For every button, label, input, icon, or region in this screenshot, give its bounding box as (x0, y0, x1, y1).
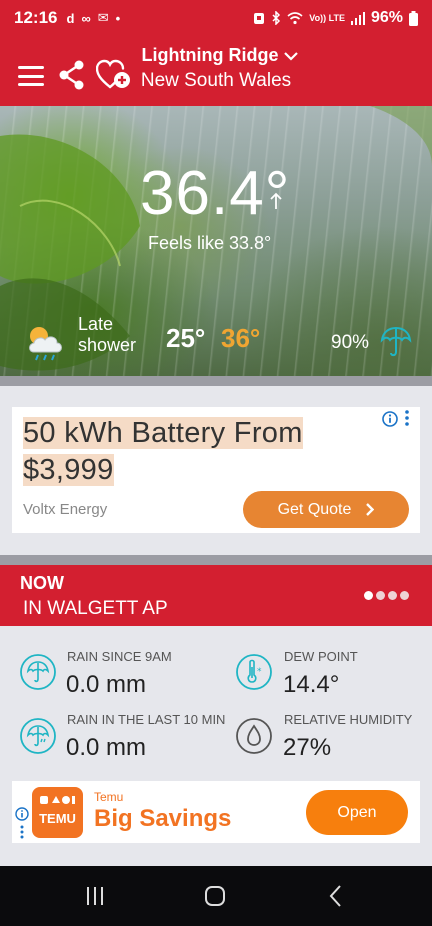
notification-icon-link: ∞ (81, 10, 91, 26)
battery-percentage: 96% (370, 9, 403, 26)
system-navigation-bar (0, 866, 432, 926)
now-title: NOW (20, 573, 64, 593)
forecast-description: Late shower (78, 314, 137, 355)
battery-icon (409, 10, 418, 26)
back-icon[interactable] (328, 884, 344, 908)
menu-icon[interactable] (18, 66, 44, 86)
open-button[interactable]: Open (306, 790, 408, 835)
humidity-label: RELATIVE HUMIDITY (284, 712, 413, 727)
ad-headline: 50 kWh Battery From $3,999 (23, 417, 303, 486)
dew-point-value: 14.4° (283, 671, 340, 698)
dew-point-label: DEW POINT (284, 649, 358, 664)
temu-logo-text: TEMU (39, 811, 76, 826)
temu-ad[interactable]: TEMU Temu Big Savings Open (12, 781, 420, 843)
bluetooth-icon (272, 11, 281, 25)
more-vertical-icon[interactable] (20, 825, 24, 839)
page-dot[interactable] (376, 591, 385, 600)
humidity-value: 27% (283, 734, 332, 761)
section-divider (0, 376, 432, 386)
feels-like: Feels like 33.8° (148, 233, 272, 253)
umbrella-icon (20, 654, 56, 690)
ad-advertiser: Voltx Energy (23, 501, 108, 518)
now-panel-header: NOW IN WALGETT AP (0, 565, 432, 626)
rain-last-10-min-label: RAIN IN THE LAST 10 MIN (67, 712, 226, 727)
battery-ad[interactable]: 50 kWh Battery From $3,999 Voltx Energy … (12, 407, 420, 533)
location-selector[interactable]: Lightning Ridge (130, 45, 310, 66)
mail-icon: ✉ (97, 10, 109, 25)
observation-station: IN WALGETT AP (23, 598, 168, 619)
umbrella-rain-icon (20, 718, 56, 754)
status-bar: 12:16 d ∞ ✉ • Vo)) LTE 96% (0, 0, 432, 36)
ad-info-icon[interactable] (15, 807, 29, 821)
svg-text:*: * (257, 667, 262, 677)
signal-icon (350, 11, 365, 25)
temu-logo: TEMU (32, 787, 83, 838)
more-vertical-icon[interactable] (404, 410, 410, 426)
rain-since-9am-label: RAIN SINCE 9AM (67, 649, 172, 664)
section-divider (0, 555, 432, 565)
status-time: 12:16 (14, 8, 58, 27)
current-weather-hero: 36.4° Feels like 33.8° Late shower 25° 3… (0, 106, 432, 376)
rain-since-9am-value: 0.0 mm (66, 671, 147, 698)
app-header: Lightning Ridge New South Wales (0, 36, 432, 106)
wifi-icon (287, 11, 303, 24)
alarm-icon (254, 13, 265, 24)
rain-last-10-min-value: 0.0 mm (66, 734, 147, 761)
home-icon[interactable] (204, 885, 226, 907)
share-icon[interactable] (58, 60, 86, 90)
location-state[interactable]: New South Wales (110, 70, 322, 92)
chevron-down-icon[interactable] (284, 51, 299, 61)
volte-label: Vo)) LTE (309, 12, 345, 23)
page-dot[interactable] (400, 591, 409, 600)
late-shower-icon (29, 327, 62, 361)
location-name[interactable]: Lightning Ridge (142, 45, 279, 66)
rain-chance: 90% (331, 332, 370, 353)
thermometer-icon: * (236, 654, 272, 690)
get-quote-label: Get Quote (277, 500, 352, 518)
chevron-right-icon (366, 503, 375, 516)
recent-apps-icon[interactable] (84, 886, 106, 906)
ad-headline: Big Savings (94, 805, 232, 832)
ad-info-icon[interactable] (382, 411, 398, 427)
min-temperature: 25° (166, 323, 206, 353)
max-temperature: 36° (221, 323, 261, 353)
current-temperature: 36.4° (140, 159, 291, 228)
page-dot[interactable] (364, 591, 373, 600)
ad-advertiser: Temu (94, 790, 124, 804)
umbrella-icon (380, 326, 412, 357)
notification-icon-d: d (66, 10, 75, 26)
page-indicator[interactable] (364, 591, 409, 600)
droplet-icon (236, 718, 272, 754)
temu-logo-art: TEMU (39, 796, 76, 826)
page-dot[interactable] (388, 591, 397, 600)
notification-dot-icon: • (115, 10, 121, 26)
get-quote-button[interactable]: Get Quote (243, 491, 409, 528)
temperature-rising-icon (270, 192, 282, 209)
